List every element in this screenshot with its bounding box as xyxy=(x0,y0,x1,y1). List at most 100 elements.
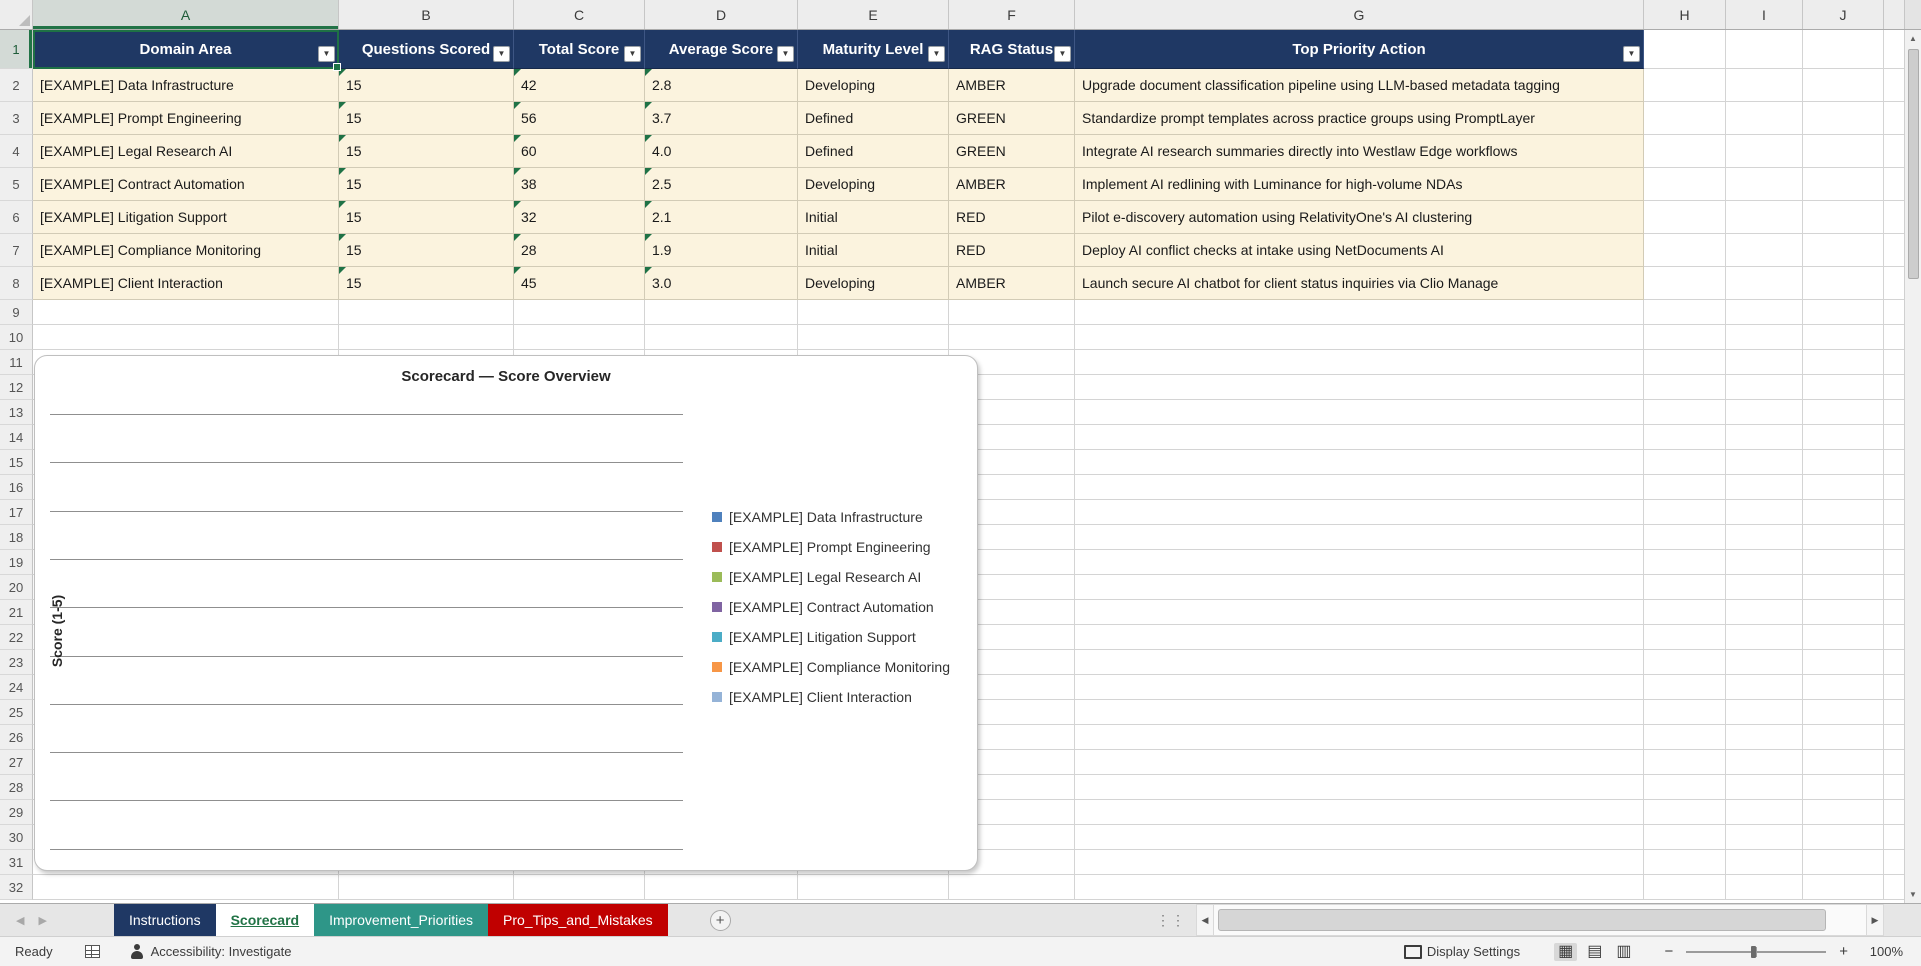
cell[interactable] xyxy=(514,875,645,900)
cell-total[interactable]: 32 xyxy=(514,201,645,234)
horizontal-scrollbar[interactable]: ◀ ▶ xyxy=(1196,904,1884,936)
row-number[interactable]: 18 xyxy=(0,525,33,550)
cell-domain[interactable]: [EXAMPLE] Data Infrastructure xyxy=(33,69,339,102)
cell[interactable] xyxy=(1803,675,1884,700)
cell[interactable] xyxy=(1803,375,1884,400)
column-header-J[interactable]: J xyxy=(1803,0,1884,29)
filter-button-maturity-level[interactable]: ▼ xyxy=(928,46,945,62)
cell[interactable] xyxy=(1644,850,1726,875)
macro-record-icon[interactable] xyxy=(84,945,100,958)
cell-rag[interactable]: AMBER xyxy=(949,69,1075,102)
cell[interactable] xyxy=(1726,850,1803,875)
filter-button-questions-scored[interactable]: ▼ xyxy=(493,46,510,62)
cell[interactable] xyxy=(1644,700,1726,725)
cell-maturity[interactable]: Defined xyxy=(798,135,949,168)
row-number[interactable]: 13 xyxy=(0,400,33,425)
cell[interactable] xyxy=(1644,725,1726,750)
cell-total[interactable]: 45 xyxy=(514,267,645,300)
cell[interactable] xyxy=(1726,102,1803,135)
cell[interactable] xyxy=(1644,675,1726,700)
cell-questions[interactable]: 15 xyxy=(339,69,514,102)
cell-domain[interactable]: [EXAMPLE] Litigation Support xyxy=(33,201,339,234)
row-number-3[interactable]: 3 xyxy=(0,102,33,135)
filter-button-top-priority-action[interactable]: ▼ xyxy=(1623,46,1640,62)
row-number-2[interactable]: 2 xyxy=(0,69,33,102)
cell[interactable] xyxy=(1075,675,1644,700)
cell-J1[interactable] xyxy=(1803,30,1884,69)
cell[interactable] xyxy=(1726,825,1803,850)
page-break-view-icon[interactable]: ▥ xyxy=(1612,943,1635,961)
cell[interactable] xyxy=(1075,750,1644,775)
cell-action[interactable]: Deploy AI conflict checks at intake usin… xyxy=(1075,234,1644,267)
cell[interactable] xyxy=(1803,267,1884,300)
row-number[interactable]: 25 xyxy=(0,700,33,725)
cell[interactable] xyxy=(1803,325,1884,350)
cell[interactable] xyxy=(1644,550,1726,575)
cell-questions[interactable]: 15 xyxy=(339,201,514,234)
cell[interactable] xyxy=(1803,350,1884,375)
cell[interactable] xyxy=(1075,350,1644,375)
cell-average[interactable]: 2.8 xyxy=(645,69,798,102)
cell[interactable] xyxy=(798,325,949,350)
cell-questions[interactable]: 15 xyxy=(339,234,514,267)
cell[interactable] xyxy=(1726,69,1803,102)
column-header-C[interactable]: C xyxy=(514,0,645,29)
cell-action[interactable]: Launch secure AI chatbot for client stat… xyxy=(1075,267,1644,300)
cell[interactable] xyxy=(1726,750,1803,775)
row-number[interactable]: 28 xyxy=(0,775,33,800)
cell[interactable] xyxy=(1726,267,1803,300)
cell[interactable] xyxy=(1726,350,1803,375)
cell-average[interactable]: 4.0 xyxy=(645,135,798,168)
cell[interactable] xyxy=(339,325,514,350)
horizontal-scrollbar-thumb[interactable] xyxy=(1218,909,1826,931)
cell-total[interactable]: 28 xyxy=(514,234,645,267)
cell[interactable] xyxy=(1803,168,1884,201)
cell[interactable] xyxy=(1644,234,1726,267)
cell[interactable] xyxy=(514,325,645,350)
row-number[interactable]: 24 xyxy=(0,675,33,700)
cell[interactable] xyxy=(949,325,1075,350)
sheet-nav-left-icon[interactable]: ◀ xyxy=(16,914,24,927)
cell[interactable] xyxy=(1803,625,1884,650)
cell-I1[interactable] xyxy=(1726,30,1803,69)
cell[interactable] xyxy=(1644,600,1726,625)
cell[interactable] xyxy=(1644,300,1726,325)
cell[interactable] xyxy=(1803,775,1884,800)
cell[interactable] xyxy=(1726,700,1803,725)
cell[interactable] xyxy=(1726,875,1803,900)
cell[interactable] xyxy=(1803,400,1884,425)
row-number-8[interactable]: 8 xyxy=(0,267,33,300)
vertical-scrollbar[interactable]: ▲ ▼ xyxy=(1904,30,1921,903)
cell-questions[interactable]: 15 xyxy=(339,135,514,168)
cell[interactable] xyxy=(1726,375,1803,400)
filter-button-average-score[interactable]: ▼ xyxy=(777,46,794,62)
row-number[interactable]: 9 xyxy=(0,300,33,325)
cell[interactable] xyxy=(1644,325,1726,350)
cell[interactable] xyxy=(1075,575,1644,600)
cell[interactable] xyxy=(1803,725,1884,750)
cell[interactable] xyxy=(1726,450,1803,475)
column-header-I[interactable]: I xyxy=(1726,0,1803,29)
cell[interactable] xyxy=(1726,425,1803,450)
column-header-H[interactable]: H xyxy=(1644,0,1726,29)
cell[interactable] xyxy=(1803,234,1884,267)
row-number[interactable]: 22 xyxy=(0,625,33,650)
row-number[interactable]: 29 xyxy=(0,800,33,825)
column-header-E[interactable]: E xyxy=(798,0,949,29)
cell[interactable] xyxy=(1075,525,1644,550)
cell[interactable] xyxy=(1726,625,1803,650)
tab-improvement-priorities[interactable]: Improvement_Priorities xyxy=(314,904,489,936)
cell[interactable] xyxy=(1726,400,1803,425)
cell-rag[interactable]: GREEN xyxy=(949,102,1075,135)
tab-scorecard[interactable]: Scorecard xyxy=(215,904,315,936)
zoom-in-icon[interactable]: + xyxy=(1836,943,1851,960)
accessibility-status[interactable]: Accessibility: Investigate xyxy=(130,943,291,960)
cell[interactable] xyxy=(1644,425,1726,450)
cell[interactable] xyxy=(1075,425,1644,450)
cell[interactable] xyxy=(1644,400,1726,425)
cell[interactable] xyxy=(1075,325,1644,350)
cell-action[interactable]: Integrate AI research summaries directly… xyxy=(1075,135,1644,168)
cell[interactable] xyxy=(1644,201,1726,234)
cell[interactable] xyxy=(1075,725,1644,750)
cell[interactable] xyxy=(1726,168,1803,201)
